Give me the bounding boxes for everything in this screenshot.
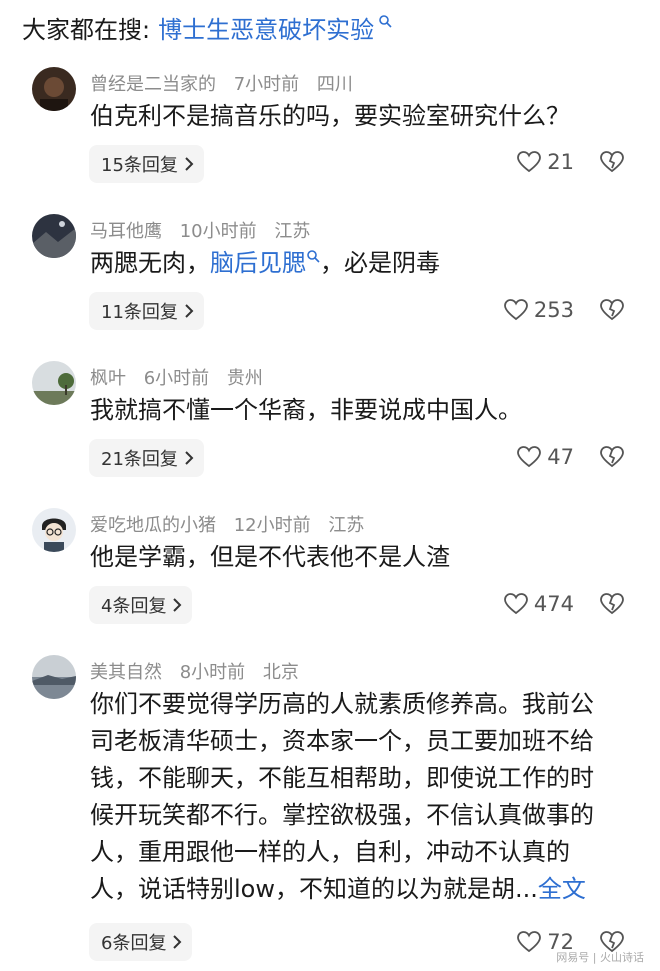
comment-text-before: 两腮无肉， — [90, 249, 210, 277]
like-count: 47 — [547, 445, 574, 469]
avatar[interactable] — [32, 214, 76, 258]
comment-line: 人，说话特别low，不知道的以为就是胡... — [90, 875, 538, 903]
comment-line: 候开玩笑都不行。掌控欲极强，不信认真做事的 — [90, 801, 594, 829]
chevron-right-icon — [173, 935, 182, 949]
like-count: 21 — [547, 150, 574, 174]
comment-meta: 马耳他鹰 10小时前 江苏 — [90, 217, 310, 243]
username[interactable]: 枫叶 — [90, 368, 126, 389]
reply-count: 21条回复 — [101, 449, 178, 470]
view-replies-button[interactable]: 11条回复 — [89, 292, 204, 330]
username[interactable]: 曾经是二当家的 — [90, 74, 216, 95]
broken-heart-icon[interactable] — [600, 593, 624, 615]
timestamp: 6小时前 — [143, 368, 210, 389]
reply-count: 6条回复 — [101, 933, 167, 954]
location: 江苏 — [274, 221, 311, 242]
chevron-right-icon — [185, 304, 194, 318]
username[interactable]: 马耳他鹰 — [90, 221, 162, 242]
avatar[interactable] — [32, 655, 76, 699]
heart-icon — [504, 299, 528, 321]
search-icon — [379, 15, 392, 28]
comment-text: 两腮无肉，脑后见腮 ，必是阴毒 — [90, 245, 630, 282]
broken-heart-icon[interactable] — [600, 299, 624, 321]
heart-icon — [517, 446, 542, 468]
comment-text: 伯克利不是搞音乐的吗，要实验室研究什么？ — [90, 98, 630, 135]
comment-meta: 枫叶 6小时前 贵州 — [90, 364, 263, 390]
heart-icon — [504, 593, 528, 615]
search-link[interactable]: 脑后见腮 — [210, 249, 306, 277]
heart-icon — [517, 931, 542, 953]
trending-search-label: 大家都在搜: — [22, 15, 151, 44]
view-replies-button[interactable]: 6条回复 — [89, 923, 193, 961]
search-icon — [307, 250, 320, 263]
reply-count: 15条回复 — [101, 155, 178, 176]
comment-meta: 爱吃地瓜的小猪 12小时前 江苏 — [90, 511, 364, 537]
avatar[interactable] — [32, 508, 76, 552]
comment-actions: 474 — [504, 592, 624, 616]
username[interactable]: 美其自然 — [90, 662, 162, 683]
trending-search-bar[interactable]: 大家都在搜: 博士生恶意破坏实验 — [22, 10, 392, 44]
chevron-right-icon — [185, 451, 194, 465]
timestamp: 7小时前 — [233, 74, 300, 95]
comment-line: 他是学霸，但是不代表他不是人渣 — [90, 543, 450, 571]
avatar[interactable] — [32, 361, 76, 405]
like-button[interactable]: 47 — [517, 445, 574, 469]
comment-line: 钱，不能聊天，不能互相帮助，即使说工作的时 — [90, 764, 594, 792]
comment-line: 伯克利不是搞音乐的吗，要实验室研究什么？ — [90, 102, 570, 130]
comment-actions: 47 — [517, 445, 624, 469]
like-count: 253 — [533, 298, 574, 322]
like-button[interactable]: 21 — [517, 150, 574, 174]
comment-text: 你们不要觉得学历高的人就素质修养高。我前公 司老板清华硕士，资本家一个，员工要加… — [90, 686, 630, 908]
comment-line: 人，重用跟他一样的人，自利，冲动不认真的 — [90, 838, 570, 866]
chevron-right-icon — [185, 157, 194, 171]
comment-meta: 美其自然 8小时前 北京 — [90, 658, 299, 684]
chevron-right-icon — [173, 598, 182, 612]
username[interactable]: 爱吃地瓜的小猪 — [90, 515, 216, 536]
broken-heart-icon[interactable] — [600, 446, 624, 468]
like-button[interactable]: 253 — [504, 298, 574, 322]
comment-text: 他是学霸，但是不代表他不是人渣 — [90, 539, 630, 576]
timestamp: 10小时前 — [179, 221, 257, 242]
like-button[interactable]: 474 — [504, 592, 574, 616]
comment-line: 司老板清华硕士，资本家一个，员工要加班不给 — [90, 727, 594, 755]
comment-text-after: ，必是阴毒 — [320, 249, 440, 277]
comment-text: 我就搞不懂一个华裔，非要说成中国人。 — [90, 392, 630, 429]
comment-line: 我就搞不懂一个华裔，非要说成中国人。 — [90, 396, 522, 424]
comment-actions: 21 — [517, 150, 624, 174]
comment-actions: 253 — [504, 298, 624, 322]
broken-heart-icon[interactable] — [600, 151, 624, 173]
location: 北京 — [262, 662, 299, 683]
location: 四川 — [316, 74, 353, 95]
reply-count: 4条回复 — [101, 596, 167, 617]
location: 贵州 — [226, 368, 263, 389]
watermark: 网易号 | 火山诗话 — [556, 951, 644, 964]
timestamp: 12小时前 — [233, 515, 311, 536]
view-replies-button[interactable]: 4条回复 — [89, 586, 193, 624]
view-replies-button[interactable]: 21条回复 — [89, 439, 204, 477]
location: 江苏 — [328, 515, 365, 536]
view-replies-button[interactable]: 15条回复 — [89, 145, 204, 183]
comment-line: 你们不要觉得学历高的人就素质修养高。我前公 — [90, 690, 594, 718]
avatar[interactable] — [32, 67, 76, 111]
timestamp: 8小时前 — [179, 662, 246, 683]
trending-search-term[interactable]: 博士生恶意破坏实验 — [158, 10, 374, 45]
like-count: 474 — [533, 592, 574, 616]
reply-count: 11条回复 — [101, 302, 178, 323]
full-text-link[interactable]: 全文 — [538, 875, 586, 903]
comment-meta: 曾经是二当家的 7小时前 四川 — [90, 70, 353, 96]
heart-icon — [517, 151, 542, 173]
